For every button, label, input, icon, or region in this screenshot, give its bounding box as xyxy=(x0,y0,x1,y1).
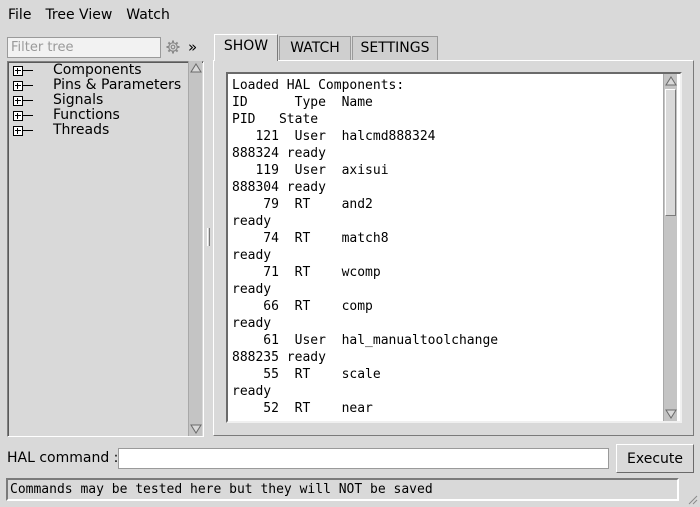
output-scrollbar[interactable] xyxy=(663,74,677,421)
scroll-up-arrow-icon[interactable] xyxy=(665,75,677,87)
output-line: ID Type Name xyxy=(232,95,373,110)
tree-item-signals[interactable]: Signals xyxy=(11,93,181,108)
filter-tree-input[interactable] xyxy=(7,37,161,58)
scroll-up-arrow-icon[interactable] xyxy=(190,62,202,74)
expand-plus-icon[interactable] xyxy=(13,125,23,136)
expand-plus-icon[interactable] xyxy=(13,110,23,121)
tree-item-label: Components xyxy=(53,62,142,78)
resize-grip-icon[interactable] xyxy=(686,493,698,505)
tree-connector xyxy=(23,115,33,116)
show-output-lines: Loaded HAL Components: ID Type Name PID St… xyxy=(232,77,498,417)
tab-show[interactable]: SHOW xyxy=(214,34,278,61)
output-line: 888304 ready xyxy=(232,180,326,195)
menu-bar: File Tree View Watch xyxy=(0,0,700,30)
tree-connector xyxy=(23,85,33,86)
output-line: ready xyxy=(232,282,272,297)
output-line: 888235 ready xyxy=(232,350,326,365)
menu-watch[interactable]: Watch xyxy=(119,0,177,30)
expand-tree-icon[interactable]: » xyxy=(188,37,197,57)
output-line: PID State xyxy=(232,112,319,127)
output-line: 79 RT and2 xyxy=(232,197,373,212)
tree-item-label: Functions xyxy=(53,107,120,123)
tree-scrollbar[interactable] xyxy=(188,61,202,436)
tree-item-label: Threads xyxy=(53,122,110,138)
output-line: 119 User axisui xyxy=(232,163,389,178)
output-line: ready xyxy=(232,384,272,399)
gear-icon[interactable] xyxy=(165,38,181,56)
output-line: 66 RT comp xyxy=(232,299,373,314)
expand-plus-icon[interactable] xyxy=(13,95,23,106)
output-line: 71 RT wcomp xyxy=(232,265,381,280)
tab-watch[interactable]: WATCH xyxy=(279,36,351,60)
expand-plus-icon[interactable] xyxy=(13,65,23,76)
tab-settings[interactable]: SETTINGS xyxy=(352,36,438,60)
output-line: 52 RT near xyxy=(232,401,373,416)
tree-item-pins-parameters[interactable]: Pins & Parameters xyxy=(11,78,181,93)
tree-connector xyxy=(23,70,33,71)
tree-list: Components Pins & Parameters Signals Fun… xyxy=(11,63,181,138)
hal-command-input[interactable] xyxy=(118,448,609,469)
tree-connector xyxy=(23,130,33,131)
output-line: 74 RT match8 xyxy=(232,231,389,246)
menu-tree-view[interactable]: Tree View xyxy=(38,0,119,30)
menu-file[interactable]: File xyxy=(1,0,38,30)
show-output-text[interactable]: Loaded HAL Components: ID Type Name PID St… xyxy=(226,72,682,423)
scroll-thumb[interactable] xyxy=(665,89,676,216)
status-bar: Commands may be tested here but they wil… xyxy=(6,478,679,501)
tree-connector xyxy=(23,100,33,101)
output-line: 888324 ready xyxy=(232,146,326,161)
tree-item-threads[interactable]: Threads xyxy=(11,123,181,138)
tree-panel: Components Pins & Parameters Signals Fun… xyxy=(7,61,204,437)
output-line: ready xyxy=(232,214,272,229)
tree-item-label: Pins & Parameters xyxy=(53,77,182,93)
tree-item-functions[interactable]: Functions xyxy=(11,108,181,123)
output-line: 121 User halcmd888324 xyxy=(232,129,436,144)
tree-item-components[interactable]: Components xyxy=(11,63,181,78)
hal-command-label: HAL command : xyxy=(7,450,119,466)
output-line: 55 RT scale xyxy=(232,367,381,382)
pane-sash-handle[interactable] xyxy=(207,228,210,246)
scroll-down-arrow-icon[interactable] xyxy=(665,408,677,420)
tree-item-label: Signals xyxy=(53,92,104,108)
output-line: Loaded HAL Components: xyxy=(232,78,405,93)
output-line: ready xyxy=(232,316,272,331)
execute-button[interactable]: Execute xyxy=(616,444,694,473)
expand-plus-icon[interactable] xyxy=(13,80,23,91)
output-line: 61 User hal_manualtoolchange xyxy=(232,333,499,348)
status-text: Commands may be tested here but they wil… xyxy=(10,482,433,497)
scroll-down-arrow-icon[interactable] xyxy=(190,423,202,435)
output-line: ready xyxy=(232,248,272,263)
